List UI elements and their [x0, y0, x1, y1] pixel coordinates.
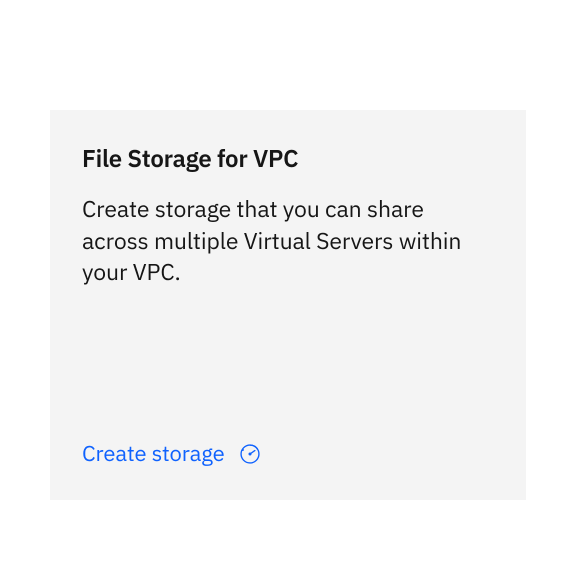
create-storage-link[interactable]: Create storage — [82, 439, 225, 468]
meter-icon — [239, 443, 261, 465]
file-storage-card: File Storage for VPC Create storage that… — [50, 110, 526, 500]
card-title: File Storage for VPC — [82, 142, 494, 174]
card-description: Create storage that you can share across… — [82, 194, 494, 289]
card-footer: Create storage — [82, 439, 494, 468]
